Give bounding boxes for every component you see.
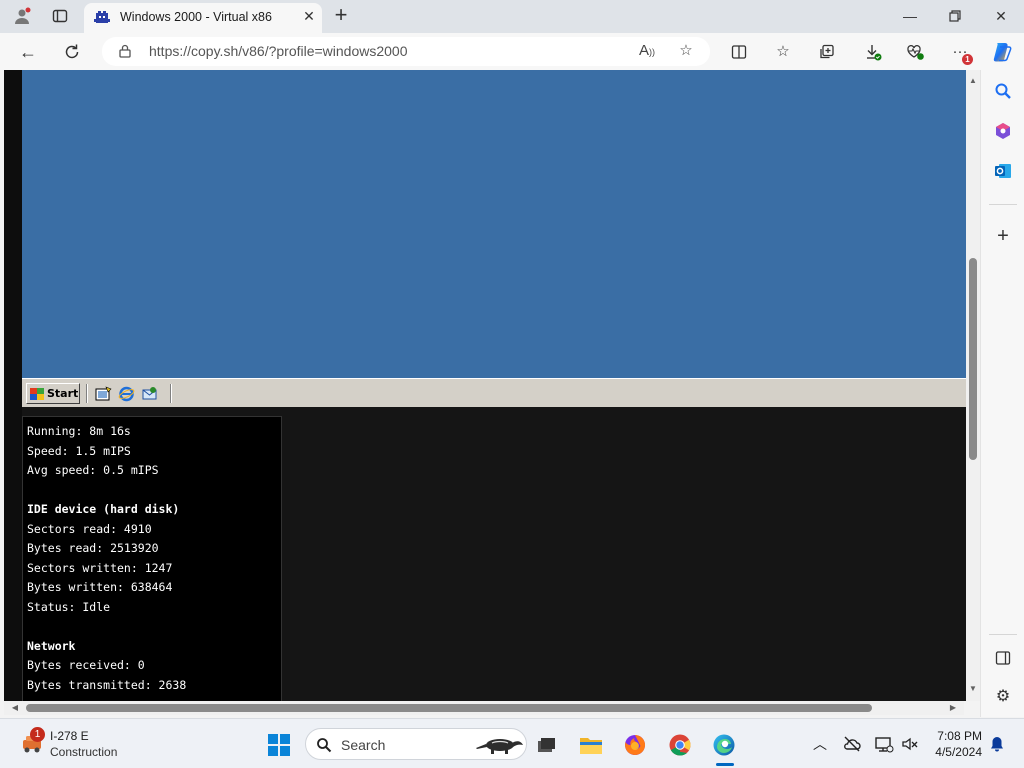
page-horizontal-scrollbar[interactable]: ◀ ▶ (4, 701, 964, 715)
emulator-stats-panel: Running: 8m 16s Speed: 1.5 mIPS Avg spee… (22, 416, 282, 701)
edge-icon[interactable] (711, 732, 737, 758)
quicklaunch-separator (86, 384, 88, 403)
task-view-icon[interactable] (533, 732, 559, 758)
collections-icon[interactable] (816, 41, 838, 63)
profile-icon[interactable] (10, 5, 34, 27)
sidebar-search-icon[interactable] (992, 80, 1014, 102)
scroll-left-icon[interactable]: ◀ (8, 701, 22, 715)
downloads-icon[interactable] (862, 41, 884, 63)
edge-active-indicator (716, 763, 734, 766)
search-placeholder: Search (341, 737, 386, 753)
browser-toolbar: ← https://copy.sh/v86/?profile=windows20… (0, 33, 1024, 70)
url-text[interactable]: https://copy.sh/v86/?profile=windows2000 (149, 43, 408, 59)
stat-speed: Speed: 1.5 mIPS (27, 443, 131, 458)
scroll-down-icon[interactable]: ▼ (966, 682, 980, 696)
read-aloud-icon[interactable]: A)) (637, 41, 657, 61)
close-window-icon[interactable]: ✕ (979, 4, 1023, 28)
stat-bytes-transmitted: Bytes transmitted: 2638 (27, 677, 187, 692)
stat-avg-speed: Avg speed: 0.5 mIPS (27, 463, 159, 477)
lock-icon[interactable] (118, 44, 132, 58)
search-highlight-anteater-icon (476, 739, 523, 754)
windows-flag-icon (30, 387, 44, 400)
tab-title: Windows 2000 - Virtual x86 (120, 10, 272, 24)
horizontal-scroll-thumb[interactable] (26, 704, 872, 712)
windows-start-icon[interactable] (268, 734, 290, 756)
sidebar-add-icon[interactable]: + (992, 225, 1014, 247)
favorite-star-icon[interactable]: ☆ (676, 41, 696, 61)
vertical-scroll-thumb[interactable] (969, 258, 977, 460)
sidebar-outlook-icon[interactable] (992, 160, 1014, 182)
sidebar-divider-2 (989, 634, 1017, 635)
stat-network-header: Network (27, 638, 76, 653)
weather-subtitle: Construction (50, 745, 118, 759)
favorites-icon[interactable]: ☆ (772, 41, 794, 63)
refresh-icon[interactable] (60, 40, 84, 64)
stat-running: Running: 8m 16s (27, 424, 131, 438)
sidebar-settings-gear-icon[interactable]: ⚙ (992, 686, 1014, 708)
network-icon[interactable] (874, 734, 894, 754)
split-screen-icon[interactable] (728, 41, 750, 63)
stat-bytes-read: Bytes read: 2513920 (27, 541, 159, 555)
scroll-up-icon[interactable]: ▲ (966, 74, 980, 88)
outlook-express-icon[interactable] (141, 386, 158, 402)
page-content: Start Running: 8m 16s Speed: 1.5 mIPS Av… (4, 70, 966, 701)
start-label: Start (47, 387, 79, 400)
back-icon[interactable]: ← (16, 40, 40, 64)
page-vertical-scrollbar[interactable]: ▲ ▼ (966, 70, 980, 701)
restore-icon[interactable] (933, 4, 977, 28)
minimize-icon[interactable]: — (888, 4, 932, 28)
new-tab-icon[interactable]: + (330, 4, 352, 26)
stat-ide-header: IDE device (hard disk) (27, 502, 180, 516)
tab-active[interactable]: Windows 2000 - Virtual x86 ✕ (84, 3, 322, 33)
copilot-icon[interactable] (990, 40, 1014, 64)
address-bar[interactable]: https://copy.sh/v86/?profile=windows2000… (102, 37, 710, 66)
tab-actions-icon[interactable] (48, 5, 72, 27)
sidebar-copilot-icon[interactable] (992, 120, 1014, 142)
win2000-desktop[interactable] (22, 70, 966, 378)
stat-blank (27, 481, 281, 501)
stat-sectors-written: Sectors written: 1247 (27, 560, 173, 575)
edge-sidebar: + ⚙ (980, 70, 1024, 717)
sidebar-divider (989, 204, 1017, 205)
clock-time[interactable]: 7:08 PM (936, 729, 982, 743)
search-icon (317, 738, 332, 753)
stat-blank-2 (27, 617, 281, 637)
page-left-edge (4, 70, 22, 701)
show-hidden-icons-chevron-up-icon[interactable]: ︿ (810, 734, 830, 754)
settings-more-icon[interactable]: ··· 1 (949, 41, 973, 65)
stat-bytes-received: Bytes received: 0 (27, 658, 145, 672)
weather-alert-badge: 1 (30, 727, 45, 742)
stat-status: Status: Idle (27, 599, 111, 614)
v86-favicon-icon (94, 11, 110, 23)
quicklaunch-separator-end (170, 384, 172, 403)
notification-bell-icon[interactable] (987, 734, 1007, 754)
weather-title: I-278 E (50, 729, 89, 743)
chrome-icon[interactable] (667, 732, 693, 758)
taskbar-search-box[interactable]: Search (305, 728, 527, 760)
scroll-right-icon[interactable]: ▶ (946, 701, 960, 715)
win2000-taskbar: Start (22, 378, 966, 407)
stat-bytes-written: Bytes written: 638464 (27, 580, 173, 594)
performance-heart-icon[interactable] (904, 41, 926, 63)
browser-tab-bar: Windows 2000 - Virtual x86 ✕ + — ✕ (0, 0, 1024, 33)
tab-close-icon[interactable]: ✕ (300, 8, 318, 25)
onedrive-icon[interactable] (842, 734, 862, 754)
file-explorer-icon[interactable] (578, 732, 604, 758)
show-desktop-icon[interactable] (95, 386, 112, 402)
firefox-icon[interactable] (622, 732, 648, 758)
sidebar-hide-icon[interactable] (992, 647, 1014, 669)
stat-sectors-read: Sectors read: 4910 (27, 521, 152, 536)
clock-date[interactable]: 4/5/2024 (930, 745, 982, 759)
notification-badge: 1 (962, 54, 973, 65)
win2000-start-button[interactable]: Start (26, 383, 80, 404)
internet-explorer-icon[interactable] (118, 386, 135, 402)
volume-muted-icon[interactable] (900, 734, 920, 754)
windows-taskbar: 1 I-278 E Construction Search ︿ 7:08 PM (0, 718, 1024, 768)
